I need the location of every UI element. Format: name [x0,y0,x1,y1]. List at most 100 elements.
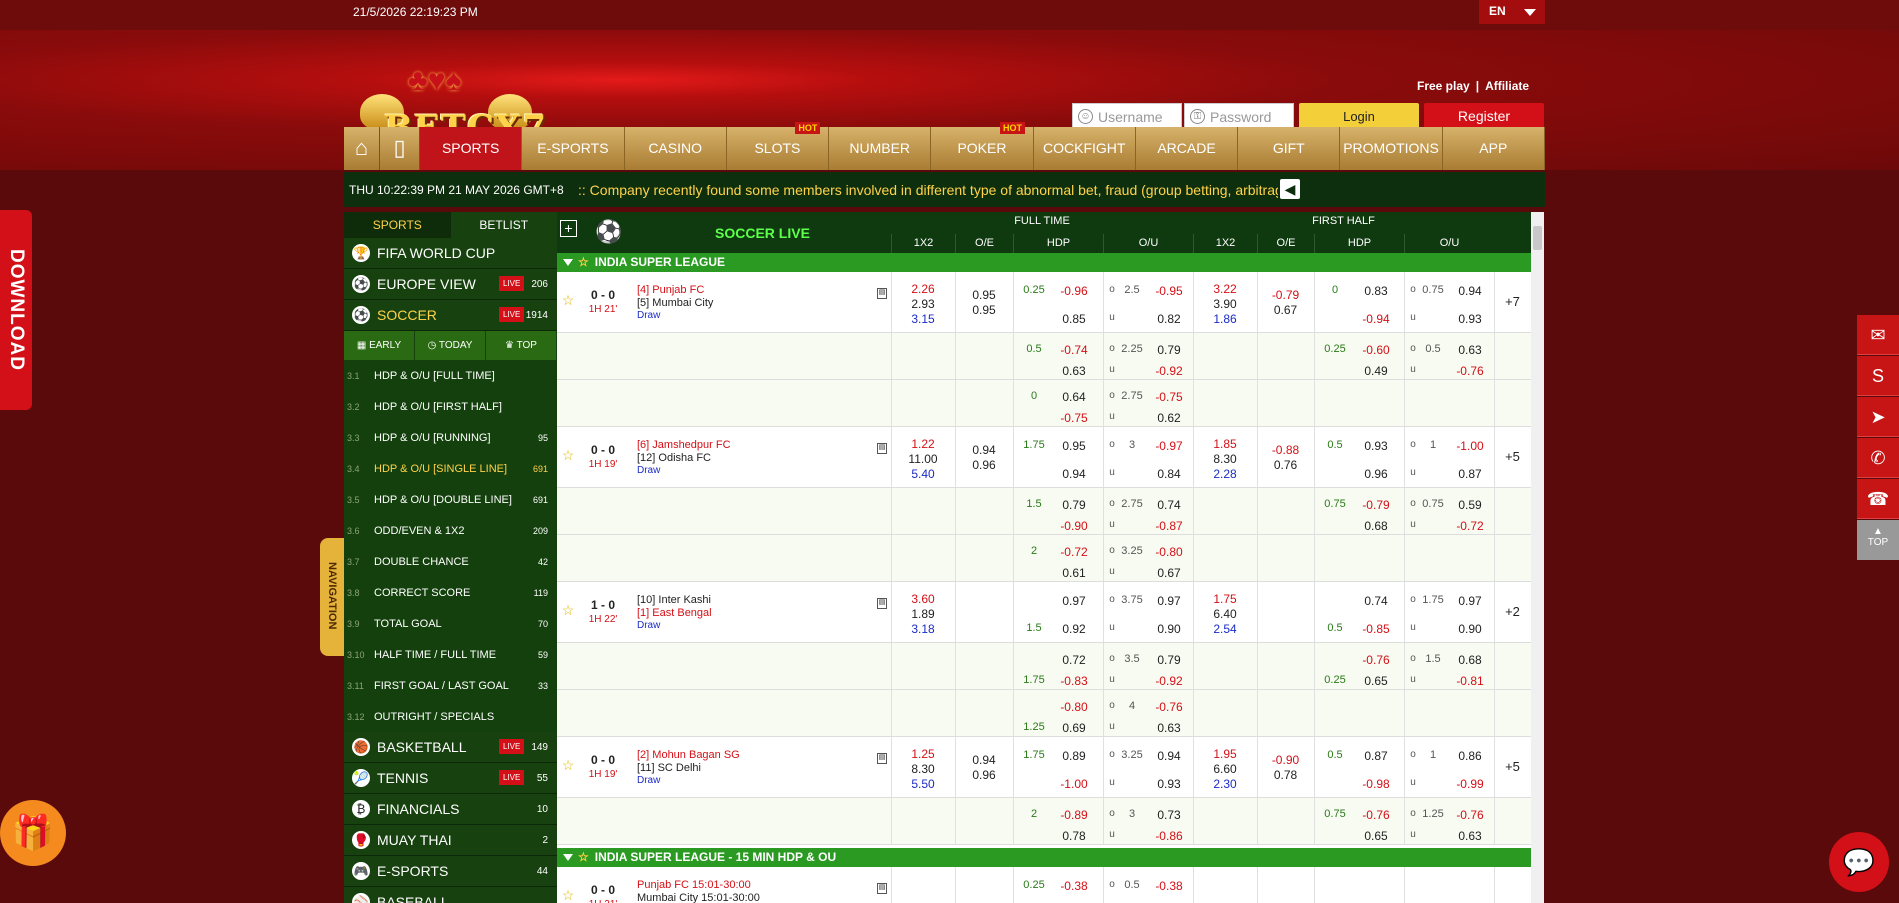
hdp-home-odds[interactable]: -0.72 [1049,545,1099,559]
whatsapp-icon[interactable]: ✆ [1857,438,1899,478]
odds-first-half-1x2[interactable]: 8.30 [1193,452,1257,466]
away-team[interactable]: [12] Odisha FC [637,452,711,464]
fh-over-odds[interactable]: 0.94 [1448,284,1492,298]
fh-hdp-home-odds[interactable]: 0.93 [1352,439,1400,453]
hdp-line-away[interactable]: 1.5 [1019,622,1049,634]
hdp-home-odds[interactable]: 0.95 [1049,439,1099,453]
hdp-home-odds[interactable]: -0.74 [1049,343,1099,357]
hdp-line-away[interactable]: 1.25 [1019,721,1049,733]
ou-line[interactable]: 3.25 [1117,749,1147,761]
fh-under-odds[interactable]: -0.81 [1448,674,1492,688]
odds-oe[interactable]: 0.95 [955,288,1013,302]
odds-oe[interactable]: 0.94 [955,753,1013,767]
submenu-item[interactable]: 3.9 TOTAL GOAL 70 [344,608,557,639]
favorite-star-icon[interactable]: ☆ [560,292,576,309]
fh-ou-line[interactable]: 1 [1418,439,1448,451]
match-time[interactable]: 1H 21' [583,304,623,315]
over-odds[interactable]: 0.74 [1147,498,1191,512]
hdp-home-odds[interactable]: 0.97 [1049,594,1099,608]
ou-line[interactable]: 4 [1117,700,1147,712]
stats-icon[interactable]: ▤ [877,288,887,299]
mobile-icon[interactable]: ▯ [380,127,420,170]
back-to-top-button[interactable]: ▲ TOP [1857,520,1899,560]
more-markets-link[interactable]: +7 [1494,294,1531,309]
draw-label[interactable]: Draw [637,465,660,476]
hdp-home-odds[interactable]: 0.79 [1049,498,1099,512]
fh-hdp-home-odds[interactable]: -0.76 [1352,808,1400,822]
fh-over-odds[interactable]: 0.59 [1448,498,1492,512]
home-team[interactable]: [4] Punjab FC [637,284,704,296]
under-odds[interactable]: -0.92 [1147,364,1191,378]
fh-hdp-away-odds[interactable]: -0.94 [1352,312,1400,326]
nav-item-cockfight[interactable]: COCKFIGHT [1034,127,1136,170]
nav-item-sports[interactable]: SPORTS [420,127,523,170]
fh-under-odds[interactable]: -0.72 [1448,519,1492,533]
odds-1x2[interactable]: 5.40 [891,467,955,481]
submenu-item[interactable]: 3.1 HDP & O/U [FULL TIME] [344,360,557,391]
odds-first-half-1x2[interactable]: 2.54 [1193,622,1257,636]
skype-icon[interactable]: S [1857,356,1899,396]
fh-hdp-home-odds[interactable]: -0.60 [1352,343,1400,357]
nav-item-app[interactable]: APP [1443,127,1545,170]
star-icon[interactable]: ☆ [578,850,589,864]
odds-first-half-1x2[interactable]: 2.28 [1193,467,1257,481]
fh-hdp-line[interactable]: 0.5 [1320,439,1350,451]
fh-hdp-home-odds[interactable]: -0.76 [1352,653,1400,667]
home-team[interactable]: [2] Mohun Bagan SG [637,749,740,761]
fh-hdp-line-away[interactable]: 0.5 [1320,622,1350,634]
home-team[interactable]: Punjab FC 15:01-30:00 [637,879,751,891]
match-time[interactable]: 1H 22' [583,614,623,625]
away-team[interactable]: [1] East Bengal [637,607,712,619]
fh-hdp-away-odds[interactable]: -0.98 [1352,777,1400,791]
fh-hdp-home-odds[interactable]: 0.87 [1352,749,1400,763]
fh-hdp-away-odds[interactable]: -0.85 [1352,622,1400,636]
sidebar-item-baseball[interactable]: ⚾ BASEBALL [344,887,557,903]
ou-line[interactable]: 3.75 [1117,594,1147,606]
scrollbar[interactable] [1531,212,1544,903]
hdp-line[interactable]: 1.75 [1019,439,1049,451]
fh-under-odds[interactable]: 0.93 [1448,312,1492,326]
favorite-star-icon[interactable]: ☆ [560,602,576,619]
more-markets-link[interactable]: +5 [1494,759,1531,774]
ou-line[interactable]: 2.75 [1117,498,1147,510]
odds-1x2[interactable]: 5.50 [891,777,955,791]
hdp-away-odds[interactable]: 0.78 [1049,829,1099,843]
fh-hdp-line[interactable]: 0.75 [1320,808,1350,820]
odds-1x2[interactable]: 11.00 [891,452,955,466]
fh-over-odds[interactable]: 0.68 [1448,653,1492,667]
over-odds[interactable]: -0.76 [1147,700,1191,714]
ou-line[interactable]: 3.5 [1117,653,1147,665]
navigation-tab[interactable]: NAVIGATION [320,538,344,656]
tab-betlist[interactable]: BETLIST [451,212,558,238]
password-field[interactable]: ⚿ Password [1184,103,1294,130]
draw-label[interactable]: Draw [637,775,660,786]
fh-under-odds[interactable]: -0.76 [1448,364,1492,378]
home-team[interactable]: [10] Inter Kashi [637,594,711,606]
fh-ou-line[interactable]: 0.75 [1418,284,1448,296]
fh-hdp-home-odds[interactable]: 0.83 [1352,284,1400,298]
fh-over-odds[interactable]: -1.00 [1448,439,1492,453]
away-team[interactable]: [5] Mumbai City [637,297,713,309]
submenu-item[interactable]: 3.3 HDP & O/U [RUNNING] 95 [344,422,557,453]
fh-hdp-away-odds[interactable]: 0.96 [1352,467,1400,481]
submenu-item[interactable]: 3.6 ODD/EVEN & 1X2 209 [344,515,557,546]
fh-hdp-line[interactable]: 0 [1320,284,1350,296]
over-odds[interactable]: -0.80 [1147,545,1191,559]
hdp-away-odds[interactable]: -1.00 [1049,777,1099,791]
odds-first-half-oe[interactable]: 0.76 [1257,458,1314,472]
over-odds[interactable]: 0.79 [1147,343,1191,357]
under-odds[interactable]: 0.84 [1147,467,1191,481]
hdp-line[interactable]: 0.25 [1019,284,1049,296]
stats-icon[interactable]: ▤ [877,883,887,894]
odds-first-half-1x2[interactable]: 6.60 [1193,762,1257,776]
fh-ou-line[interactable]: 1.75 [1418,594,1448,606]
hdp-line[interactable]: 0.5 [1019,343,1049,355]
nav-item-slots[interactable]: SLOTS HOT [727,122,830,170]
fh-under-odds[interactable]: -0.99 [1448,777,1492,791]
over-odds[interactable]: -0.38 [1147,879,1191,893]
odds-first-half-oe[interactable]: 0.78 [1257,768,1314,782]
sidebar-item-fifa-world-cup[interactable]: 🏆 FIFA WORLD CUP [344,238,557,269]
odds-first-half-1x2[interactable]: 3.90 [1193,297,1257,311]
hdp-line[interactable]: 2 [1019,545,1049,557]
fh-over-odds[interactable]: -0.76 [1448,808,1492,822]
